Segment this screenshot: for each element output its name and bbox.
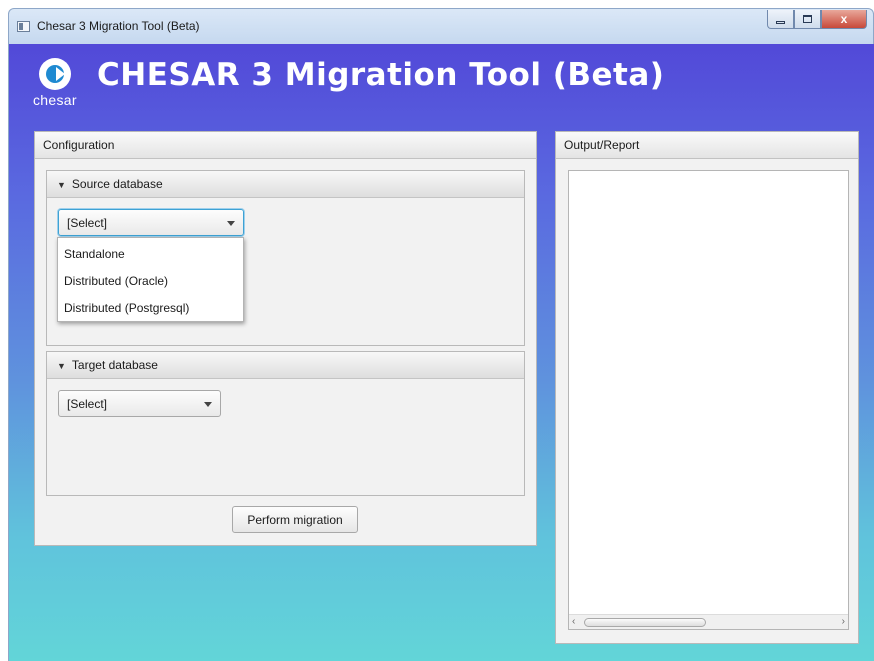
target-database-header[interactable]: ▼ Target database [47, 352, 524, 379]
dropdown-arrow-icon [204, 402, 212, 407]
target-select-value: [Select] [67, 397, 108, 411]
window-titlebar: Chesar 3 Migration Tool (Beta) x [8, 8, 874, 44]
horizontal-scrollbar[interactable]: ‹ › [569, 614, 848, 629]
app-window-icon [17, 21, 30, 32]
close-icon: x [840, 12, 848, 26]
output-panel: Output/Report ‹ › [555, 131, 859, 644]
output-header: Output/Report [556, 132, 858, 159]
scroll-right-icon[interactable]: › [842, 616, 845, 627]
app-content: chesar CHESAR 3 Migration Tool (Beta) Co… [8, 44, 874, 661]
source-database-title: Source database [71, 177, 163, 191]
dropdown-arrow-icon [227, 221, 235, 226]
window-controls: x [767, 10, 867, 30]
maximize-icon [803, 15, 812, 23]
perform-migration-button[interactable]: Perform migration [232, 506, 358, 533]
collapse-triangle-icon: ▼ [57, 180, 66, 190]
logo-text: chesar [33, 92, 77, 108]
source-database-header[interactable]: ▼ Source database [47, 171, 524, 198]
close-button[interactable]: x [821, 10, 867, 29]
source-database-select[interactable]: [Select] [58, 209, 244, 236]
page-title: CHESAR 3 Migration Tool (Beta) [97, 57, 665, 93]
collapse-triangle-icon: ▼ [57, 361, 66, 371]
dropdown-option-standalone[interactable]: Standalone [58, 241, 243, 268]
scrollbar-thumb[interactable] [584, 618, 706, 627]
output-textarea[interactable]: ‹ › [568, 170, 849, 630]
dropdown-option-oracle[interactable]: Distributed (Oracle) [58, 268, 243, 295]
minimize-button[interactable] [767, 10, 794, 29]
target-database-select[interactable]: [Select] [58, 390, 221, 417]
window-title: Chesar 3 Migration Tool (Beta) [37, 19, 200, 33]
maximize-button[interactable] [794, 10, 821, 29]
scroll-left-icon[interactable]: ‹ [572, 616, 575, 627]
target-database-title: Target database [71, 358, 158, 372]
minimize-icon [776, 20, 785, 24]
source-select-value: [Select] [67, 216, 108, 230]
target-database-section: ▼ Target database [Select] [46, 351, 525, 496]
chesar-logo-icon [39, 58, 71, 90]
configuration-header: Configuration [35, 132, 536, 159]
source-database-dropdown: Standalone Distributed (Oracle) Distribu… [57, 237, 244, 322]
dropdown-option-postgresql[interactable]: Distributed (Postgresql) [58, 295, 243, 322]
configuration-panel: Configuration ▼ Source database [Select] … [34, 131, 537, 546]
